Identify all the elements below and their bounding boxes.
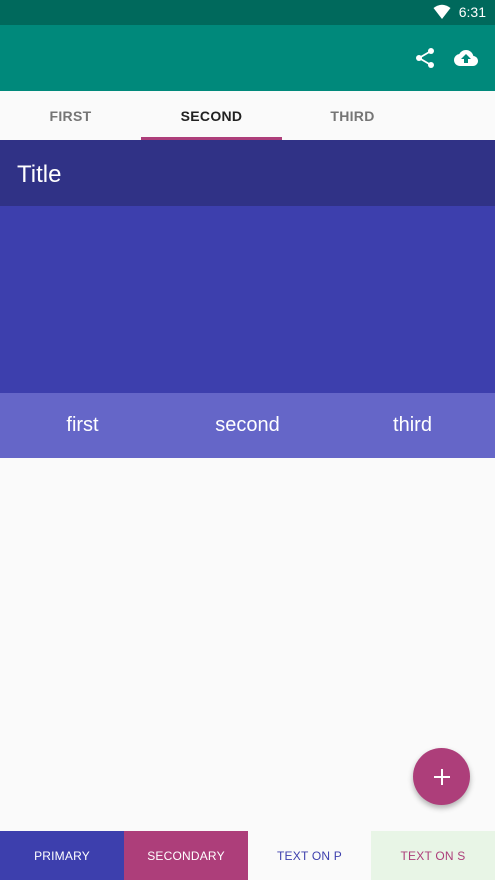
sub-tab-third[interactable]: third [330, 393, 495, 458]
tab-third[interactable]: THIRD [282, 91, 423, 140]
sub-tab-first[interactable]: first [0, 393, 165, 458]
app-bar [0, 25, 495, 91]
add-fab-button[interactable] [413, 748, 470, 805]
status-time: 6:31 [458, 4, 486, 20]
primary-color-area [0, 206, 495, 393]
sub-tab-bar: first second third [0, 393, 495, 458]
secondary-label: SECONDARY [147, 848, 225, 863]
secondary-button[interactable]: SECONDARY [124, 831, 248, 880]
tab-second-label: SECOND [180, 107, 243, 124]
cloud-upload-icon[interactable] [454, 46, 478, 70]
sub-tab-third-label: third [393, 414, 432, 436]
tab-second[interactable]: SECOND [141, 91, 282, 140]
sub-tab-second[interactable]: second [165, 393, 330, 458]
status-bar: 6:31 [0, 0, 495, 25]
text-on-secondary-button[interactable]: TEXT ON S [371, 831, 495, 880]
tab-third-label: THIRD [330, 107, 375, 124]
sub-tab-second-label: second [215, 414, 280, 436]
wifi-icon [433, 4, 451, 19]
tab-bar: FIRST SECOND THIRD [0, 91, 495, 140]
share-icon[interactable] [413, 46, 437, 70]
bottom-color-bar: PRIMARY SECONDARY TEXT ON P TEXT ON S [0, 831, 495, 880]
primary-button[interactable]: PRIMARY [0, 831, 124, 880]
plus-icon [433, 768, 450, 785]
title-bar: Title [0, 140, 495, 206]
text-on-primary-label: TEXT ON P [277, 848, 342, 863]
page-title: Title [17, 161, 62, 188]
sub-tab-first-label: first [66, 414, 99, 436]
primary-label: PRIMARY [34, 848, 90, 863]
text-on-secondary-label: TEXT ON S [400, 848, 466, 863]
tab-first-label: FIRST [49, 107, 92, 124]
text-on-primary-button[interactable]: TEXT ON P [248, 831, 371, 880]
tab-first[interactable]: FIRST [0, 91, 141, 140]
